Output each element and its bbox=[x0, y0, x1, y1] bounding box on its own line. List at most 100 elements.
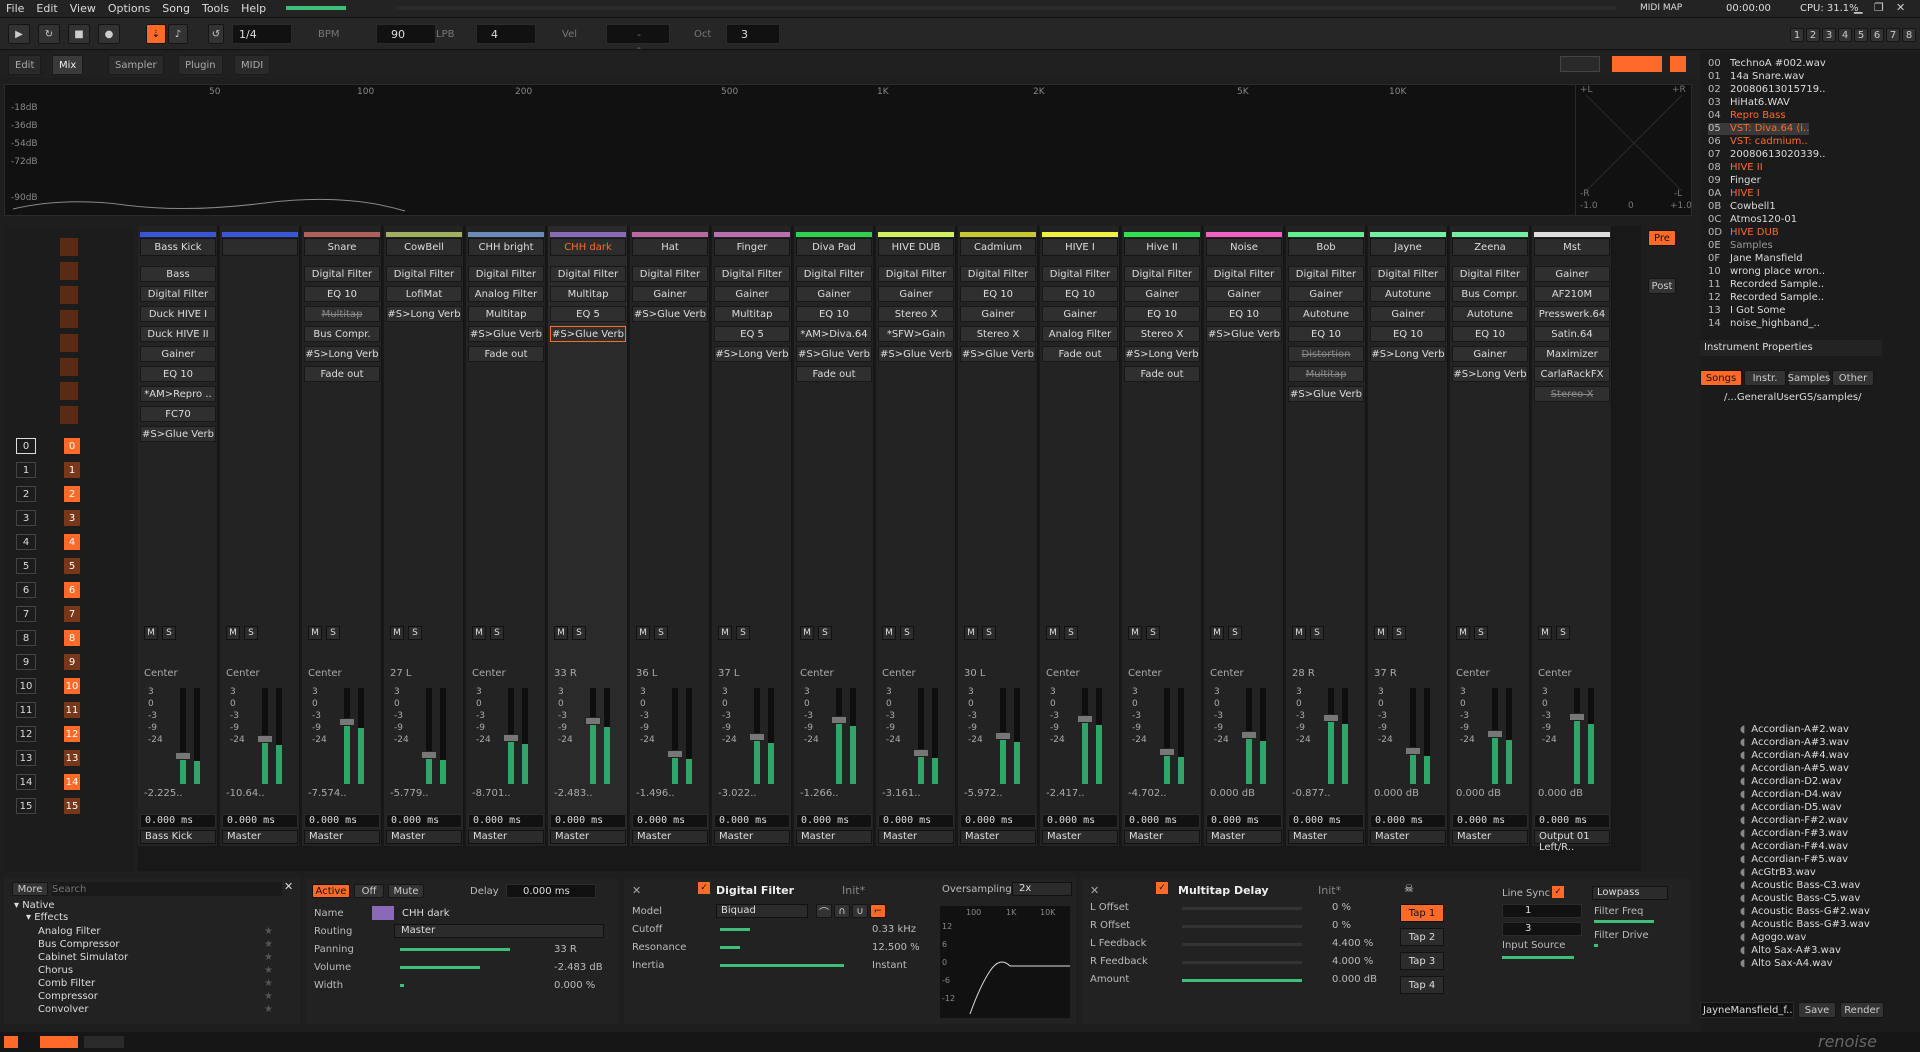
favorite-star-icon[interactable]: ★ bbox=[264, 991, 273, 1002]
instrument-row[interactable]: 03 HiHat6.WAV bbox=[1708, 97, 1790, 109]
file-row[interactable]: ◖ Accordian-F#4.wav bbox=[1740, 841, 1848, 853]
model-dropdown[interactable]: Biquad bbox=[716, 904, 808, 918]
delay-field[interactable]: 0.000 ms bbox=[386, 814, 462, 828]
volume-meter[interactable]: 3 0 -3 -9 -24 bbox=[1042, 686, 1118, 786]
volume-fader[interactable] bbox=[1323, 714, 1339, 722]
volume-meter[interactable]: 3 0 -3 -9 -24 bbox=[550, 686, 626, 786]
routing-dropdown[interactable]: Master bbox=[632, 830, 708, 844]
dsp-device[interactable]: Bass bbox=[140, 266, 216, 282]
dsp-device[interactable]: Digital Filter bbox=[960, 266, 1036, 282]
mute-button[interactable]: M bbox=[1538, 626, 1552, 640]
mute-button[interactable]: M bbox=[1046, 626, 1060, 640]
routing-dropdown[interactable]: Master bbox=[960, 830, 1036, 844]
browser-tab[interactable]: Songs bbox=[1700, 370, 1742, 386]
volume-fader[interactable] bbox=[421, 751, 437, 759]
dsp-device[interactable]: #S>Long Verb bbox=[714, 346, 790, 362]
dsp-device[interactable]: EQ 10 bbox=[1042, 286, 1118, 302]
file-row[interactable]: ◖ Accordian-A#4.wav bbox=[1740, 750, 1849, 762]
dsp-device[interactable]: #S>Long Verb bbox=[386, 306, 462, 322]
favorite-star-icon[interactable]: ★ bbox=[264, 952, 273, 963]
dsp-device[interactable]: Bus Compr. bbox=[1452, 286, 1528, 302]
track-name[interactable]: HIVE DUB bbox=[878, 238, 954, 256]
file-row[interactable]: ◖ Acoustic Bass-C5.wav bbox=[1740, 893, 1860, 905]
octave-field[interactable]: 3 bbox=[726, 24, 780, 44]
mixer-strip[interactable]: CowBell Digital Filter LofiMat #S>Long Verb… bbox=[384, 226, 464, 846]
mute-button[interactable]: M bbox=[144, 626, 158, 640]
delay-field[interactable]: 0.000 ms bbox=[1288, 814, 1364, 828]
track-index-button[interactable]: 14 bbox=[64, 774, 80, 790]
favorite-star-icon[interactable]: ★ bbox=[264, 939, 273, 950]
solo-button[interactable]: S bbox=[654, 626, 668, 640]
pan-readout[interactable]: Center bbox=[800, 668, 834, 679]
solo-button[interactable]: S bbox=[244, 626, 258, 640]
dsp-device[interactable]: EQ 10 bbox=[1206, 306, 1282, 322]
mixer-strip[interactable]: Mst Gainer AF210M Presswerk.64 Satin.64 Maxim… bbox=[1532, 226, 1612, 853]
group-slot[interactable] bbox=[60, 238, 78, 256]
menu-options[interactable]: Options bbox=[102, 2, 156, 15]
volume-fader[interactable] bbox=[1077, 715, 1093, 723]
oversampling-dropdown[interactable]: 2x bbox=[1012, 882, 1072, 896]
pan-readout[interactable]: Center bbox=[472, 668, 506, 679]
dsp-device[interactable]: #S>Long Verb bbox=[1370, 346, 1446, 362]
tap-button[interactable]: Tap 4 bbox=[1400, 976, 1444, 994]
loop-play-icon[interactable]: ↻ bbox=[38, 24, 60, 44]
track-number[interactable]: 6 bbox=[16, 582, 36, 598]
mixer-strip[interactable]: M S Center 3 0 -3 -9 -24 -10.64.. 0.000 ms Master bbox=[220, 226, 300, 846]
track-color-swatch[interactable] bbox=[372, 906, 394, 920]
track-number[interactable]: 3 bbox=[16, 510, 36, 526]
dsp-native-group[interactable]: ▾ Native bbox=[14, 900, 55, 911]
highpass-icon[interactable]: ⌐ bbox=[870, 904, 886, 918]
dsp-device[interactable]: Duck HIVE I bbox=[140, 306, 216, 322]
dsp-device[interactable]: #S>Long Verb bbox=[304, 346, 380, 362]
volume-slider[interactable] bbox=[400, 966, 480, 969]
dsp-device[interactable]: Digital Filter bbox=[1042, 266, 1118, 282]
dsp-device[interactable]: EQ 10 bbox=[1370, 326, 1446, 342]
group-slot[interactable] bbox=[60, 310, 78, 328]
clear-search-icon[interactable]: ✕ bbox=[284, 880, 293, 893]
volume-meter[interactable]: 3 0 -3 -9 -24 bbox=[386, 686, 462, 786]
solo-button[interactable]: S bbox=[1392, 626, 1406, 640]
mute-button[interactable]: M bbox=[800, 626, 814, 640]
track-index-button[interactable]: 7 bbox=[64, 606, 80, 622]
dsp-device[interactable]: Distortion bbox=[1288, 346, 1364, 362]
dsp-device[interactable]: Digital Filter bbox=[878, 266, 954, 282]
routing-dropdown[interactable]: Master bbox=[386, 830, 462, 844]
inertia-slider[interactable] bbox=[720, 964, 844, 967]
group-slot[interactable] bbox=[60, 382, 78, 400]
dsp-device[interactable]: Fade out bbox=[304, 366, 380, 382]
dsp-device[interactable]: Digital Filter bbox=[304, 266, 380, 282]
volume-fader[interactable] bbox=[1487, 730, 1503, 738]
routing-dropdown[interactable]: Master bbox=[394, 924, 604, 938]
solo-button[interactable]: S bbox=[1474, 626, 1488, 640]
tab-mix[interactable]: Mix bbox=[52, 55, 84, 75]
delay-field[interactable]: 0.000 ms bbox=[468, 814, 544, 828]
instrument-row[interactable]: 0F Jane Mansfield bbox=[1708, 253, 1803, 265]
mute-button[interactable]: M bbox=[1374, 626, 1388, 640]
menu-edit[interactable]: Edit bbox=[30, 2, 63, 15]
metronome-icon[interactable]: ♪ bbox=[168, 24, 188, 44]
volume-fader[interactable] bbox=[995, 732, 1011, 740]
dsp-device[interactable]: EQ 5 bbox=[714, 326, 790, 342]
tab-edit[interactable]: Edit bbox=[8, 55, 42, 75]
file-row[interactable]: ◖ Acoustic Bass-G#2.wav bbox=[1740, 906, 1870, 918]
volume-meter[interactable]: 3 0 -3 -9 -24 bbox=[796, 686, 872, 786]
pan-readout[interactable]: 27 L bbox=[390, 668, 411, 679]
midi-map-label[interactable]: MIDI MAP bbox=[1640, 3, 1682, 13]
delay-field[interactable]: 0.000 ms bbox=[304, 814, 380, 828]
file-row[interactable]: ◖ Acoustic Bass-C3.wav bbox=[1740, 880, 1860, 892]
routing-dropdown[interactable]: Master bbox=[222, 830, 298, 844]
menu-tools[interactable]: Tools bbox=[196, 2, 235, 15]
device-preset[interactable]: Init* bbox=[842, 884, 865, 897]
pan-readout[interactable]: 33 R bbox=[554, 668, 577, 679]
routing-dropdown[interactable]: Master bbox=[1370, 830, 1446, 844]
layout-1-button[interactable]: 1 bbox=[1790, 28, 1804, 42]
dsp-device[interactable]: Digital Filter bbox=[140, 286, 216, 302]
tab-midi[interactable]: MIDI bbox=[234, 55, 271, 75]
routing-dropdown[interactable]: Master bbox=[1288, 830, 1364, 844]
solo-button[interactable]: S bbox=[1228, 626, 1242, 640]
track-index-button[interactable]: 4 bbox=[64, 534, 80, 550]
delay-field[interactable]: 0.000 ms bbox=[1534, 814, 1610, 828]
routing-dropdown[interactable]: Master bbox=[468, 830, 544, 844]
pan-readout[interactable]: Center bbox=[144, 668, 178, 679]
solo-button[interactable]: S bbox=[408, 626, 422, 640]
